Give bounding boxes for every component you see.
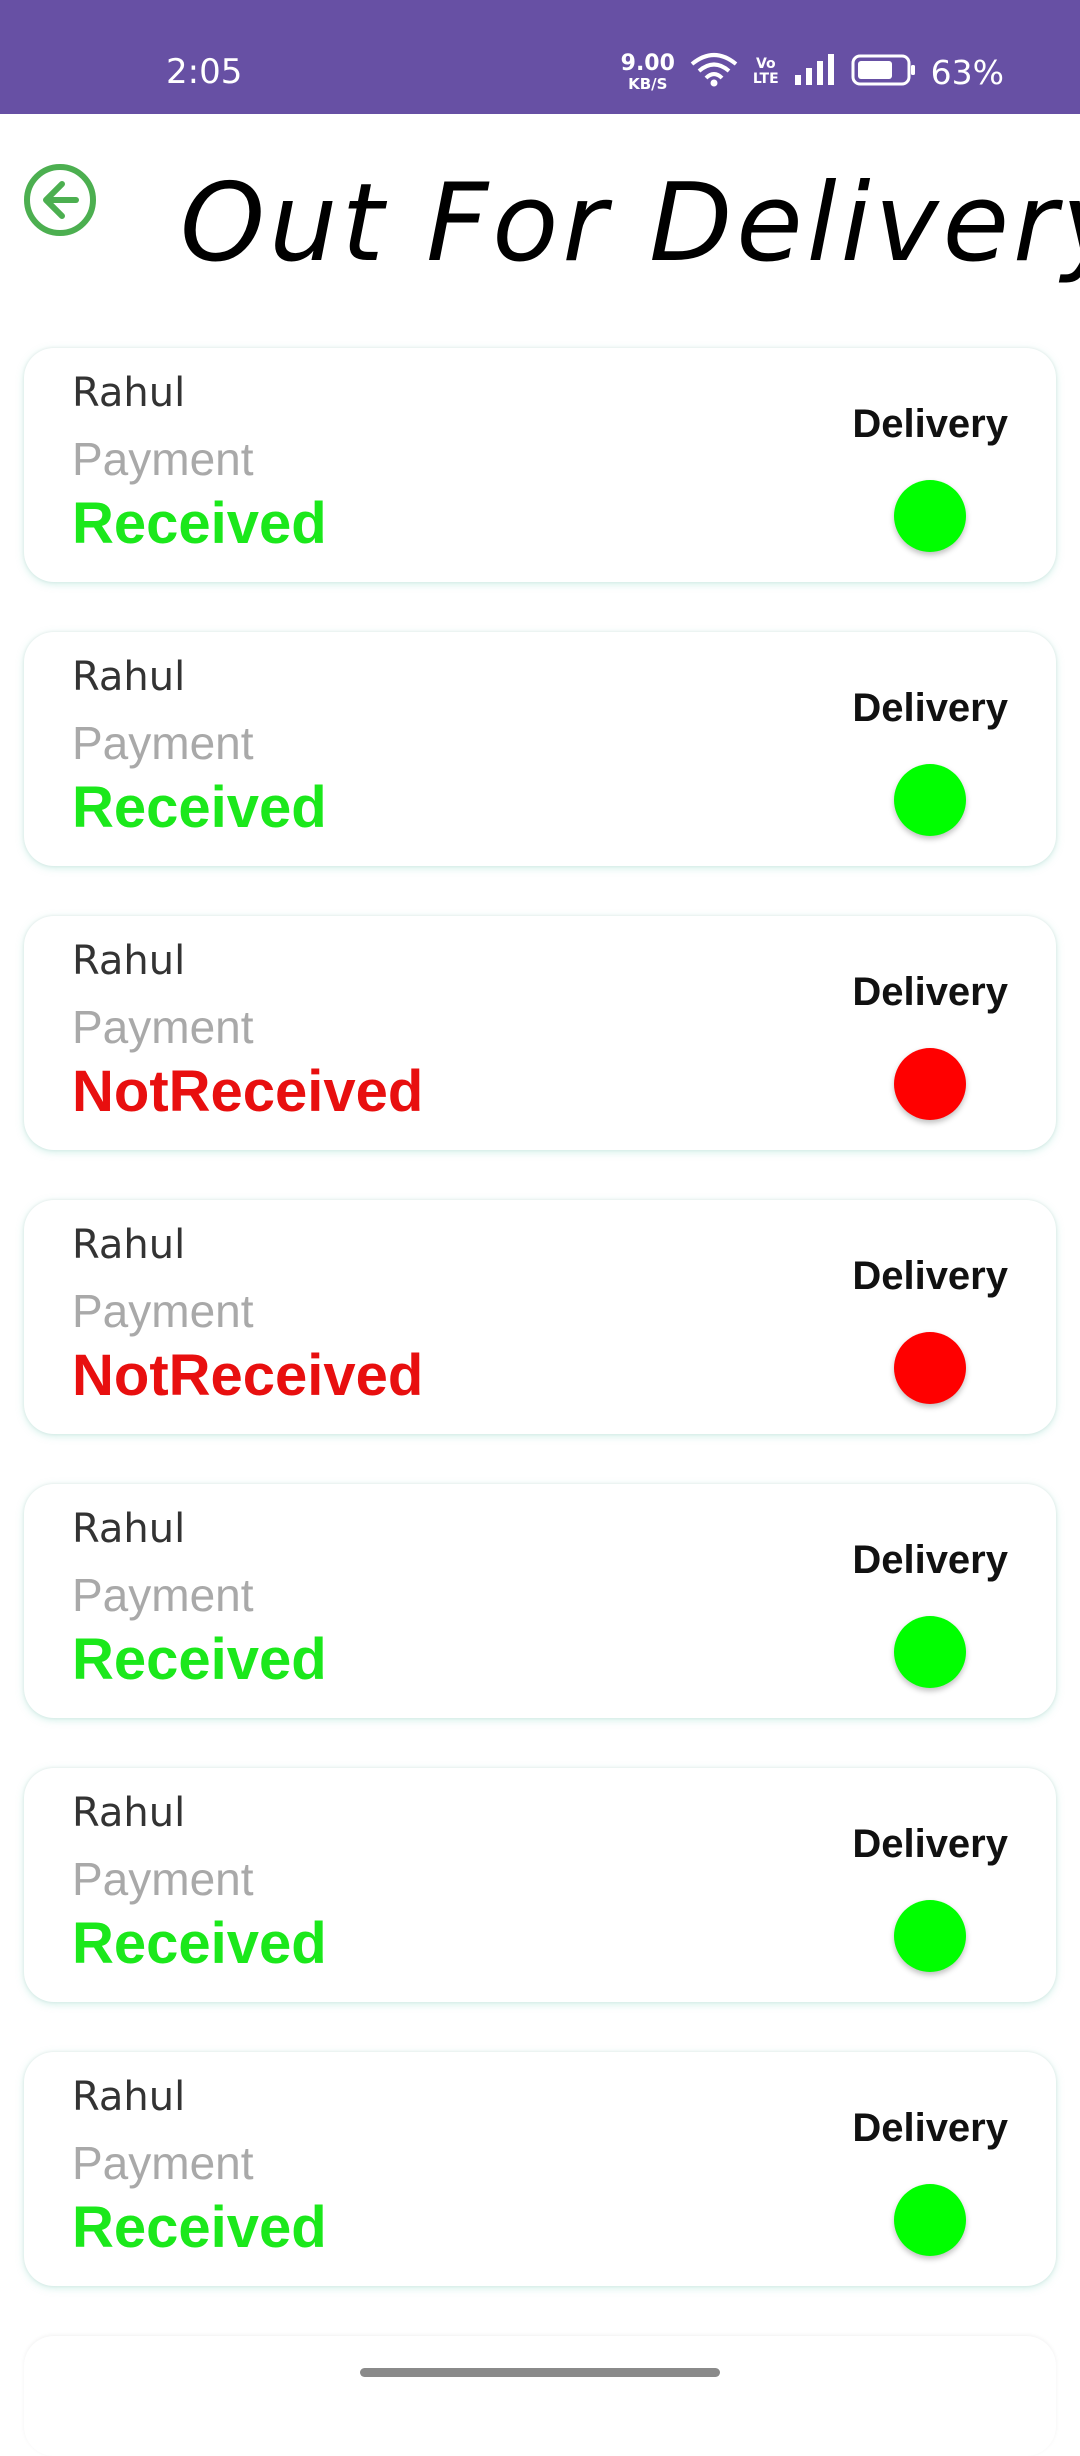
battery-icon	[851, 53, 917, 92]
delivery-status-indicator	[894, 1616, 966, 1688]
customer-name: Rahul	[72, 654, 186, 700]
delivery-status-indicator	[894, 480, 966, 552]
arrow-left-circle-icon	[24, 164, 96, 236]
delivery-status-indicator	[894, 1048, 966, 1120]
delivery-status-indicator	[894, 2184, 966, 2256]
payment-status: Received	[72, 1627, 327, 1692]
order-card[interactable]: Rahul Payment NotReceived Delivery	[24, 1200, 1056, 1434]
payment-status: Received	[72, 1911, 327, 1976]
volte-top: Vo	[755, 56, 776, 73]
payment-label: Payment	[72, 1569, 254, 1621]
gesture-nav-bar[interactable]	[360, 2368, 720, 2377]
payment-status: Received	[72, 491, 327, 556]
delivery-status-indicator	[894, 764, 966, 836]
order-card[interactable]: Rahul Payment Received Delivery	[24, 632, 1056, 866]
order-card[interactable]: Rahul Payment Received Delivery	[24, 1768, 1056, 2002]
page-header: Out For Delivery	[0, 114, 1080, 334]
payment-label: Payment	[72, 717, 254, 769]
customer-name: Rahul	[72, 1222, 186, 1268]
status-icons: 9.00 KB/S Vo LTE 63%	[621, 46, 1004, 98]
back-button[interactable]	[22, 162, 98, 238]
customer-name: Rahul	[72, 370, 186, 416]
wifi-icon	[689, 52, 739, 93]
delivery-label: Delivery	[852, 1822, 1008, 1866]
network-speed-unit: KB/S	[628, 74, 668, 93]
customer-name: Rahul	[72, 1506, 186, 1552]
delivery-label: Delivery	[852, 1538, 1008, 1582]
payment-status: NotReceived	[72, 1059, 424, 1124]
delivery-label: Delivery	[852, 686, 1008, 730]
delivery-label: Delivery	[852, 1254, 1008, 1298]
delivery-label: Delivery	[852, 970, 1008, 1014]
payment-label: Payment	[72, 1001, 254, 1053]
customer-name: Rahul	[72, 1790, 186, 1836]
status-bar: 2:05 9.00 KB/S Vo LTE 63%	[0, 0, 1080, 114]
network-speed-value: 9.00	[620, 50, 675, 76]
list-item-partial	[24, 2336, 1056, 2456]
payment-label: Payment	[72, 433, 254, 485]
network-speed: 9.00 KB/S	[620, 50, 675, 93]
payment-status: Received	[72, 2195, 327, 2260]
delivery-status-indicator	[894, 1332, 966, 1404]
signal-icon	[793, 53, 837, 92]
payment-status: Received	[72, 775, 327, 840]
payment-label: Payment	[72, 1285, 254, 1337]
delivery-status-indicator	[894, 1900, 966, 1972]
payment-label: Payment	[72, 1853, 254, 1905]
order-card[interactable]: Rahul Payment Received Delivery	[24, 348, 1056, 582]
delivery-label: Delivery	[852, 2106, 1008, 2150]
volte-indicator: Vo LTE	[753, 57, 779, 86]
battery-percent: 63%	[930, 52, 1004, 92]
order-card[interactable]: Rahul Payment Received Delivery	[24, 1484, 1056, 1718]
payment-label: Payment	[72, 2137, 254, 2189]
order-card[interactable]: Rahul Payment Received Delivery	[24, 2052, 1056, 2286]
customer-name: Rahul	[72, 2074, 186, 2120]
status-time: 2:05	[166, 52, 243, 92]
delivery-label: Delivery	[852, 402, 1008, 446]
page-title: Out For Delivery	[180, 161, 1080, 286]
order-card[interactable]: Rahul Payment NotReceived Delivery	[24, 916, 1056, 1150]
payment-status: NotReceived	[72, 1343, 424, 1408]
customer-name: Rahul	[72, 938, 186, 984]
volte-bottom: LTE	[752, 71, 779, 87]
